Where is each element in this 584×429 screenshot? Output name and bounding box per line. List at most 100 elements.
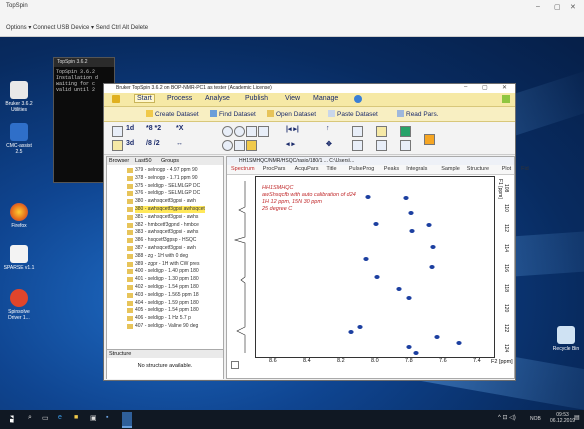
expand-icon[interactable] bbox=[502, 95, 510, 103]
spectrum-tab[interactable]: Sample bbox=[441, 166, 460, 172]
fit-icon[interactable] bbox=[246, 126, 257, 137]
menu-start[interactable]: Start bbox=[134, 94, 155, 103]
shift-left-button[interactable]: |◂ ▸| bbox=[286, 125, 299, 133]
clock[interactable]: 09:53 06.12.2019 bbox=[550, 412, 575, 424]
desktop-icon-firefox[interactable]: Firefox bbox=[2, 203, 36, 229]
plot-checkbox[interactable] bbox=[231, 361, 239, 369]
menu-process[interactable]: Process bbox=[167, 95, 192, 102]
zoom-reset-icon[interactable] bbox=[222, 140, 233, 151]
browser-row[interactable]: 403 - seldigp - 1.565 ppm 18 bbox=[135, 292, 199, 299]
scale-down-button[interactable]: /8 /2 bbox=[146, 140, 160, 147]
stack-icon[interactable] bbox=[352, 140, 363, 151]
desktop-icon-utilities[interactable]: Bruker 3.6.2 Utilities bbox=[2, 81, 36, 113]
browser-row[interactable]: 382 - hmbcetf3gpnd - hmbce bbox=[135, 222, 199, 229]
language-indicator[interactable]: NOB bbox=[530, 416, 541, 422]
peak-icon[interactable] bbox=[246, 140, 257, 151]
overlay-icon[interactable] bbox=[352, 126, 363, 137]
tab-browser[interactable]: Browser bbox=[109, 158, 129, 164]
browser-row[interactable]: 405 - seldigp - 1.54 ppm 180 bbox=[135, 307, 199, 314]
browser-row[interactable]: 389 - zgpr - 1H with CW pres bbox=[135, 261, 199, 268]
baseline-icon[interactable] bbox=[234, 140, 245, 151]
grid-icon[interactable] bbox=[376, 140, 387, 151]
browser-row[interactable]: 404 - seldigp - 1.59 ppm 180 bbox=[135, 300, 199, 307]
browser-row[interactable]: 380 - awhsqcetf3gpsi - awh bbox=[135, 198, 196, 205]
search-icon[interactable]: ⌕ bbox=[28, 414, 32, 422]
spectrum-tab[interactable]: Peaks bbox=[384, 166, 399, 172]
scale-x-button[interactable]: *X bbox=[176, 125, 183, 132]
topspin-taskbar-icon[interactable] bbox=[122, 412, 132, 428]
settings-icon[interactable] bbox=[400, 126, 411, 137]
desktop-icon-sparse[interactable]: SPARSE v1.1 bbox=[2, 245, 36, 271]
spectrum-tab[interactable]: Spectrum bbox=[231, 166, 255, 172]
read-pars-button[interactable]: Read Pars. bbox=[397, 110, 439, 118]
region-icon[interactable] bbox=[258, 126, 269, 137]
browser-row[interactable]: 379 - selnogp - 4.97 ppm 90 bbox=[135, 167, 198, 174]
browser-row[interactable]: 383 - awhsqcetf3gpsi - awhs bbox=[135, 229, 198, 236]
menu-analyse[interactable]: Analyse bbox=[205, 95, 230, 102]
browser-row[interactable]: 387 - awhsqcetf3gpsi - awh bbox=[135, 245, 196, 252]
task-view-icon[interactable]: ▭ bbox=[42, 414, 49, 422]
browser-row[interactable]: 386 - hsqcetf3gpsp - HSQC bbox=[135, 237, 196, 244]
start-icon[interactable] bbox=[10, 415, 14, 423]
maximize-button[interactable]: ▢ bbox=[482, 84, 488, 91]
browser-row[interactable]: 380 - awhsqcetf3gpsi awhsqcet bbox=[135, 206, 205, 213]
browser-row[interactable]: 375 - seldigp - SELMLGP DC bbox=[135, 183, 200, 190]
minimize-button[interactable]: – bbox=[464, 84, 467, 90]
browser-row[interactable]: 381 - awhsqcetf3gpsi - awhs bbox=[135, 214, 198, 221]
spectrum-tab[interactable]: Integrals bbox=[406, 166, 427, 172]
spectrum-tab[interactable]: PulseProg bbox=[349, 166, 374, 172]
spectrum-tab[interactable]: Fid bbox=[521, 166, 529, 172]
browser-row[interactable]: 401 - seldigp - 1.30 ppm 180 bbox=[135, 276, 199, 283]
open-icon[interactable] bbox=[112, 126, 123, 137]
desktop-icon-cmc[interactable]: CMC-assist 2.5 bbox=[2, 123, 36, 155]
menu-manage[interactable]: Manage bbox=[313, 95, 338, 102]
move-all-icon[interactable]: ✥ bbox=[326, 140, 332, 148]
open-dataset-button[interactable]: Open Dataset bbox=[267, 110, 316, 118]
browser-row[interactable]: 376 - seldigp - SELMLGP DC bbox=[135, 190, 200, 197]
explorer-icon[interactable]: ■ bbox=[74, 414, 78, 421]
maximize-button[interactable]: ▢ bbox=[554, 3, 561, 11]
store-icon[interactable]: ▣ bbox=[90, 414, 97, 422]
close-button[interactable]: ✕ bbox=[502, 84, 507, 91]
tab-last50[interactable]: Last50 bbox=[135, 158, 152, 164]
desktop-icon-recycle-bin[interactable]: Recycle Bin bbox=[549, 326, 583, 352]
notifications-icon[interactable]: ▤ bbox=[574, 414, 580, 421]
find-dataset-button[interactable]: Find Dataset bbox=[210, 110, 256, 118]
spectrum-tab[interactable]: Plot bbox=[502, 166, 511, 172]
topspin-window[interactable]: Bruker TopSpin 3.6.2 on BOP-NMR-PC1 as t… bbox=[103, 83, 529, 381]
print-icon[interactable] bbox=[112, 140, 123, 151]
minimize-button[interactable]: – bbox=[536, 3, 540, 10]
spectrum-tab[interactable]: Structure bbox=[467, 166, 489, 172]
spectrum-tab[interactable]: ProcPars bbox=[263, 166, 286, 172]
home-icon[interactable] bbox=[424, 134, 435, 145]
browser-row[interactable]: 402 - seldigp - 1.54 ppm 180 bbox=[135, 284, 199, 291]
1d-button[interactable]: 1d bbox=[126, 125, 134, 132]
edge-icon[interactable]: e bbox=[58, 414, 62, 421]
spectrum-tab[interactable]: Title bbox=[326, 166, 336, 172]
menu-publish[interactable]: Publish bbox=[245, 95, 268, 102]
close-button[interactable]: ✕ bbox=[570, 3, 576, 11]
create-dataset-button[interactable]: Create Dataset bbox=[146, 110, 199, 118]
zoom-out-icon[interactable] bbox=[234, 126, 245, 137]
help-icon[interactable] bbox=[354, 95, 362, 103]
scale-up-button[interactable]: *8 *2 bbox=[146, 125, 161, 132]
browser-row[interactable]: 378 - selnogp - 1.71 ppm 90 bbox=[135, 175, 198, 182]
paste-dataset-button[interactable]: Paste Dataset bbox=[328, 110, 378, 118]
zoom-in-icon[interactable] bbox=[222, 126, 233, 137]
remote-menu[interactable]: Options ▾ Connect USB Device ▾ Send Ctrl… bbox=[6, 24, 148, 31]
3d-button[interactable]: 3d bbox=[126, 140, 134, 147]
up-arrow-icon[interactable]: ↑ bbox=[326, 125, 330, 132]
tools-icon[interactable] bbox=[400, 140, 411, 151]
browser-row[interactable]: 406 - seldigp - 1 Hz 5.7 p bbox=[135, 315, 191, 322]
add-icon[interactable] bbox=[376, 126, 387, 137]
tray-icons[interactable]: ^ ⊡ ◁) bbox=[498, 414, 516, 421]
move-button[interactable]: ◂ ▸ bbox=[286, 140, 295, 148]
browser-row[interactable]: 400 - seldigp - 1.40 ppm 180 bbox=[135, 268, 199, 275]
menu-view[interactable]: View bbox=[285, 95, 300, 102]
desktop-icon-spinsolve[interactable]: Spinsolve Driver 1... bbox=[2, 289, 36, 321]
spectrum-tab[interactable]: AcquPars bbox=[295, 166, 319, 172]
tab-groups[interactable]: Groups bbox=[161, 158, 179, 164]
shift-button[interactable]: ↔ bbox=[176, 140, 183, 147]
browser-row[interactable]: 407 - seldigp - Valine 90 deg bbox=[135, 323, 198, 330]
hsqc-plot[interactable]: HH1SMHQC awShsqcfb with auto calibration… bbox=[255, 176, 495, 358]
